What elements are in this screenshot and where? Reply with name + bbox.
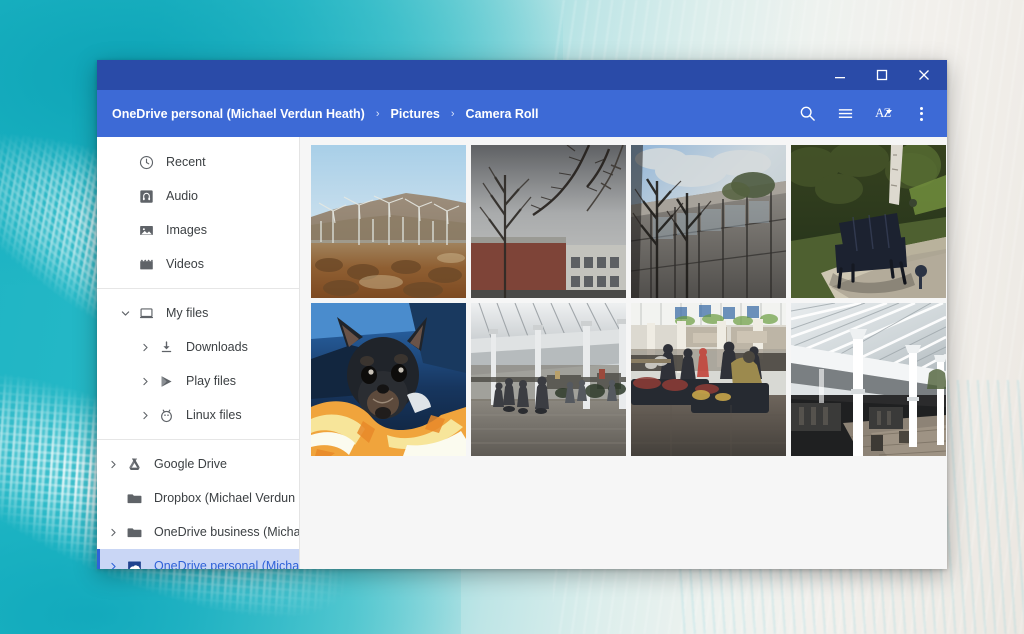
sidebar-item-label: Play files bbox=[186, 374, 237, 388]
toolbar-actions: AZ bbox=[789, 96, 939, 132]
file-thumbnail[interactable] bbox=[311, 303, 466, 456]
more-vertical-icon bbox=[919, 106, 923, 121]
file-thumbnail[interactable] bbox=[311, 145, 466, 298]
wind-turbines-hillside-photo bbox=[311, 145, 466, 298]
folder-icon bbox=[123, 491, 145, 506]
chevron-right-icon[interactable] bbox=[105, 527, 121, 538]
sidebar-item-downloads[interactable]: Downloads bbox=[97, 330, 299, 364]
chevron-right-icon[interactable] bbox=[137, 410, 153, 421]
sidebar-item-play-files[interactable]: Play files bbox=[97, 364, 299, 398]
glass-roof-walkway-photo bbox=[791, 303, 946, 456]
more-options-button[interactable] bbox=[903, 96, 939, 132]
file-thumbnail[interactable] bbox=[791, 303, 946, 456]
maximize-button[interactable] bbox=[861, 60, 903, 90]
file-thumbnail[interactable] bbox=[471, 145, 626, 298]
sidebar-item-onedrive-business[interactable]: OneDrive business (Michael …) bbox=[97, 515, 299, 549]
sidebar-item-label: Videos bbox=[166, 257, 204, 271]
folder-icon bbox=[123, 525, 145, 540]
chevron-right-icon[interactable] bbox=[137, 342, 153, 353]
breadcrumb-toolbar: OneDrive personal (Michael Verdun Heath)… bbox=[97, 90, 947, 137]
view-toggle-button[interactable] bbox=[827, 96, 863, 132]
breadcrumb-separator: › bbox=[375, 107, 380, 120]
glass-facade-building-photo bbox=[631, 145, 786, 298]
file-thumbnail[interactable] bbox=[631, 145, 786, 298]
sidebar-divider bbox=[97, 288, 299, 289]
sort-button[interactable]: AZ bbox=[865, 96, 901, 132]
computer-icon bbox=[135, 306, 157, 321]
sidebar-item-label: Dropbox (Michael Verdun He…) bbox=[154, 491, 299, 505]
search-icon bbox=[800, 106, 815, 121]
onedrive-icon bbox=[123, 559, 145, 569]
audio-icon bbox=[135, 189, 157, 204]
download-icon bbox=[155, 340, 177, 355]
breadcrumb-item-pictures[interactable]: Pictures bbox=[389, 104, 442, 124]
clock-icon bbox=[135, 155, 157, 170]
window-title-bar bbox=[97, 60, 947, 90]
sidebar-item-label: Recent bbox=[166, 155, 206, 169]
chevron-right-icon[interactable] bbox=[105, 561, 121, 569]
sidebar-item-label: Images bbox=[166, 223, 207, 237]
sort-az-icon: AZ bbox=[875, 106, 892, 120]
brick-building-bare-trees-photo bbox=[471, 145, 626, 298]
sidebar-item-linux-files[interactable]: Linux files bbox=[97, 398, 299, 432]
chihuahua-in-blanket-photo bbox=[311, 303, 466, 456]
sidebar-item-label: My files bbox=[166, 306, 209, 320]
close-button[interactable] bbox=[903, 60, 945, 90]
minimize-icon bbox=[835, 77, 845, 79]
chevron-down-icon[interactable] bbox=[117, 308, 133, 319]
sidebar-item-my-files[interactable]: My files bbox=[97, 296, 299, 330]
chevron-right-icon[interactable] bbox=[137, 376, 153, 387]
minimize-button[interactable] bbox=[819, 60, 861, 90]
breadcrumb-item-root[interactable]: OneDrive personal (Michael Verdun Heath) bbox=[110, 104, 367, 124]
sidebar-item-label: Audio bbox=[166, 189, 198, 203]
indoor-market-stalls-photo bbox=[631, 303, 786, 456]
sidebar-item-label: Google Drive bbox=[154, 457, 227, 471]
breadcrumb-item-camera-roll[interactable]: Camera Roll bbox=[464, 104, 541, 124]
window-body: Recent Audio Images Videos My files Down… bbox=[97, 137, 947, 569]
chevron-right-icon[interactable] bbox=[105, 459, 121, 470]
sidebar-item-label: Downloads bbox=[186, 340, 248, 354]
sidebar-item-google-drive[interactable]: Google Drive bbox=[97, 447, 299, 481]
maximize-icon bbox=[876, 69, 888, 81]
sidebar-item-images[interactable]: Images bbox=[97, 213, 299, 247]
file-thumbnail[interactable] bbox=[471, 303, 626, 456]
sidebar-item-recent[interactable]: Recent bbox=[97, 145, 299, 179]
file-thumbnail[interactable] bbox=[631, 303, 786, 456]
close-icon bbox=[919, 70, 929, 80]
breadcrumb-separator: › bbox=[450, 107, 455, 120]
play-icon bbox=[155, 374, 177, 389]
list-view-icon bbox=[838, 109, 852, 118]
image-icon bbox=[135, 223, 157, 238]
file-grid-area[interactable] bbox=[300, 137, 947, 569]
sidebar-divider bbox=[97, 439, 299, 440]
search-button[interactable] bbox=[789, 96, 825, 132]
sidebar-item-label: Linux files bbox=[186, 408, 242, 422]
file-thumbnail[interactable] bbox=[791, 145, 946, 298]
sidebar-item-label: OneDrive business (Michael …) bbox=[154, 525, 299, 539]
sidebar-item-dropbox[interactable]: Dropbox (Michael Verdun He…) bbox=[97, 481, 299, 515]
shopping-arcade-crowd-photo bbox=[471, 303, 626, 456]
sidebar-item-onedrive-personal[interactable]: OneDrive personal (Michael …) bbox=[97, 549, 299, 569]
breadcrumb: OneDrive personal (Michael Verdun Heath)… bbox=[110, 104, 789, 124]
linux-icon bbox=[155, 408, 177, 423]
sidebar-item-label: OneDrive personal (Michael …) bbox=[154, 559, 299, 569]
thumbnail-grid bbox=[311, 145, 946, 456]
video-icon bbox=[135, 257, 157, 272]
files-app-window: OneDrive personal (Michael Verdun Heath)… bbox=[97, 60, 947, 569]
google-drive-icon bbox=[123, 457, 145, 472]
sidebar-item-videos[interactable]: Videos bbox=[97, 247, 299, 281]
sidebar-item-audio[interactable]: Audio bbox=[97, 179, 299, 213]
dark-garden-bench-photo bbox=[791, 145, 946, 298]
sidebar: Recent Audio Images Videos My files Down… bbox=[97, 137, 300, 569]
